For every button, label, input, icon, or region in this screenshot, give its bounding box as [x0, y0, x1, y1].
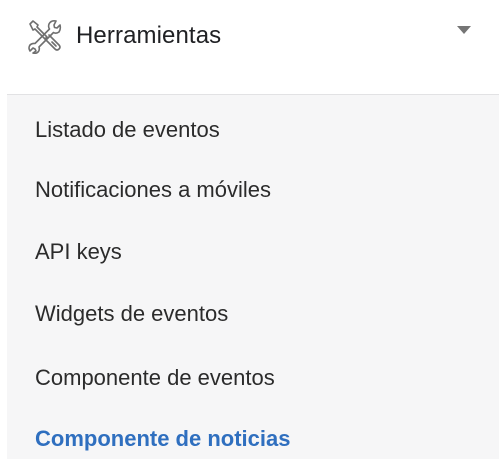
tools-submenu: Listado de eventos Notificaciones a móvi… [7, 94, 499, 459]
tools-menu-header[interactable]: Herramientas [0, 0, 499, 94]
tools-menu: Herramientas Listado de eventos Notifica… [0, 0, 499, 459]
submenu-item-api-keys[interactable]: API keys [35, 239, 122, 265]
submenu-item-componente-de-eventos[interactable]: Componente de eventos [35, 365, 275, 391]
tools-icon [26, 18, 62, 55]
tools-menu-label: Herramientas [76, 22, 222, 49]
submenu-item-widgets-de-eventos[interactable]: Widgets de eventos [35, 301, 228, 327]
submenu-item-notificaciones-a-moviles[interactable]: Notificaciones a móviles [35, 177, 271, 203]
submenu-item-componente-de-noticias[interactable]: Componente de noticias [35, 426, 290, 452]
submenu-item-listado-de-eventos[interactable]: Listado de eventos [35, 117, 220, 143]
caret-down-icon[interactable] [457, 26, 471, 34]
